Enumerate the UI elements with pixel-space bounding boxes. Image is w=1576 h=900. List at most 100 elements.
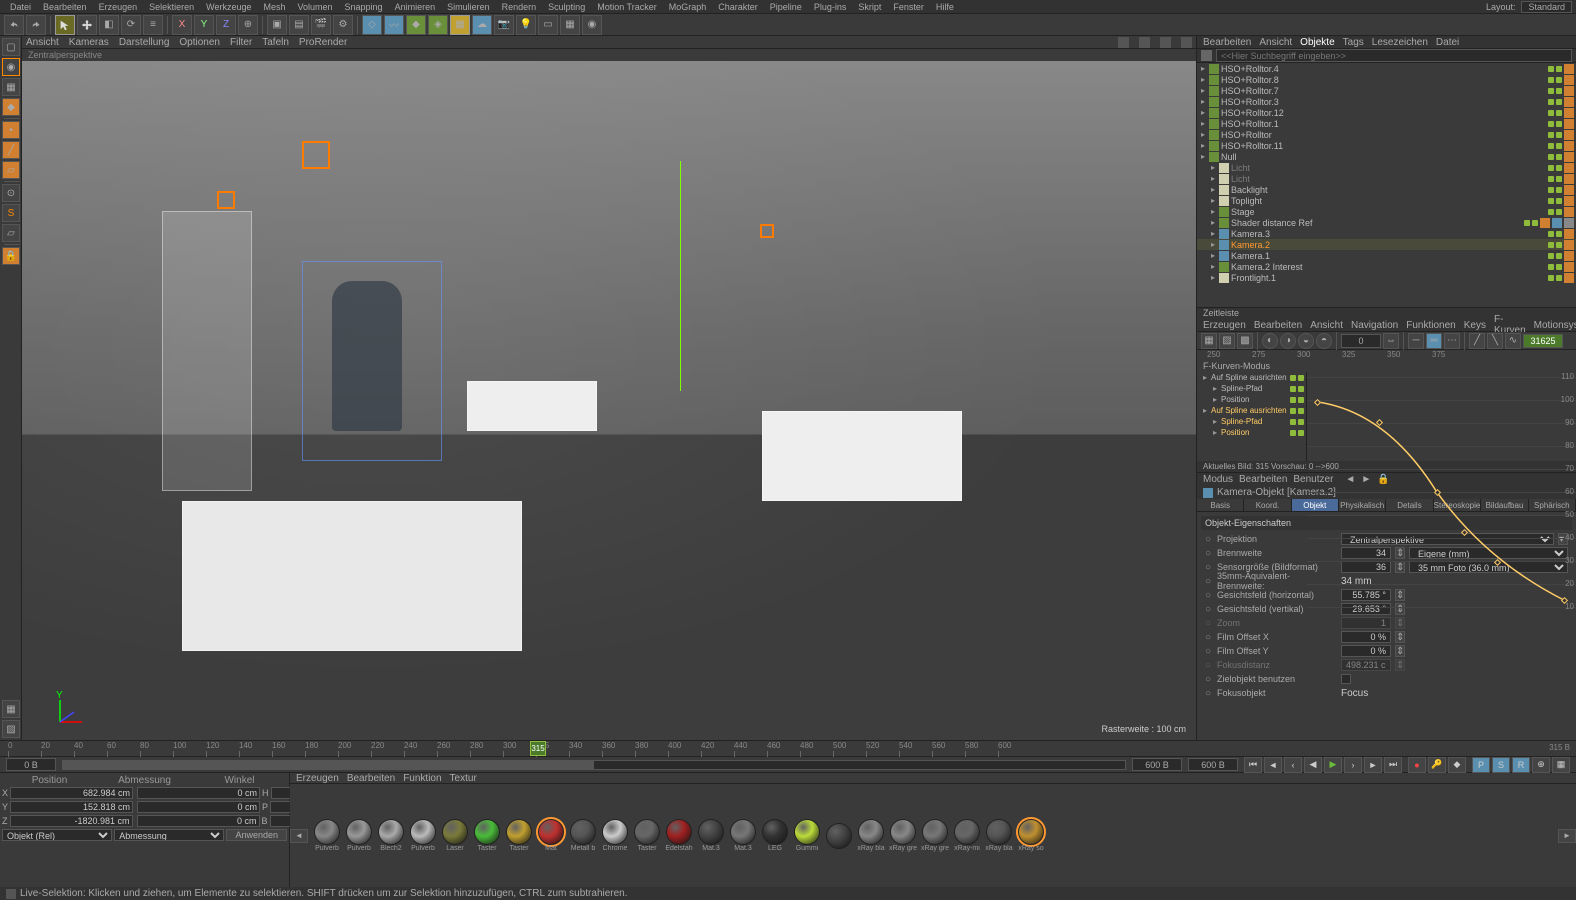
- fcurve-editor[interactable]: 110100908070605040302010: [1307, 372, 1576, 461]
- y-axis-lock[interactable]: Y: [194, 15, 214, 35]
- material-item[interactable]: Edelstah: [664, 819, 694, 852]
- vp-menu-prorender[interactable]: ProRender: [299, 37, 347, 48]
- snap2-button[interactable]: S: [2, 204, 20, 222]
- deformer-button[interactable]: ▦: [450, 15, 470, 35]
- material-item[interactable]: xRay so: [1016, 819, 1046, 852]
- tree-item[interactable]: ▸Kamera.2: [1197, 239, 1576, 250]
- material-item[interactable]: LEG: [760, 819, 790, 852]
- prev-frame-button[interactable]: ‹: [1284, 757, 1302, 773]
- viewport-solo-button[interactable]: ▦: [2, 700, 20, 718]
- tree-item[interactable]: ▸Null: [1197, 151, 1576, 162]
- prev-key-button[interactable]: ◄: [1264, 757, 1282, 773]
- tl-tree-item[interactable]: ▸Position: [1197, 427, 1306, 438]
- attr-input[interactable]: [1341, 645, 1391, 657]
- tree-item[interactable]: ▸Frontlight.1: [1197, 272, 1576, 283]
- material-item[interactable]: Taster: [472, 819, 502, 852]
- material-item[interactable]: xRay-mi: [952, 819, 982, 852]
- material-item[interactable]: Blech2: [376, 819, 406, 852]
- mat-menu-bearbeiten[interactable]: Bearbeiten: [347, 773, 395, 784]
- object-tree[interactable]: ▸HSO+Rolltor.4▸HSO+Rolltor.8 ▸HSO+Rolltor…: [1197, 63, 1576, 307]
- pla-key-button[interactable]: ▦: [1552, 757, 1570, 773]
- vp-icon-2[interactable]: [1160, 37, 1171, 48]
- tl-curve1[interactable]: ╱: [1469, 333, 1485, 349]
- tl-menu-2[interactable]: Ansicht: [1310, 320, 1343, 331]
- environment-button[interactable]: ☁: [472, 15, 492, 35]
- material-item[interactable]: Laser: [440, 819, 470, 852]
- viewport[interactable]: Y Rasterweite : 100 cm: [22, 61, 1196, 740]
- tree-item[interactable]: ▸Backlight: [1197, 184, 1576, 195]
- next-frame-button[interactable]: ›: [1344, 757, 1362, 773]
- vp-icon-0[interactable]: [1118, 37, 1129, 48]
- coord-mode-select[interactable]: Objekt (Rel): [2, 829, 112, 841]
- tl-tree-item[interactable]: ▸Auf Spline ausrichten: [1197, 405, 1306, 416]
- tag-button[interactable]: ▭: [538, 15, 558, 35]
- model-mode-button[interactable]: ◉: [2, 58, 20, 76]
- attr-input[interactable]: [1341, 659, 1391, 671]
- scale-tool[interactable]: ◧: [99, 15, 119, 35]
- coord-pos[interactable]: [10, 815, 133, 827]
- material-item[interactable]: [824, 823, 854, 849]
- mat-menu-erzeugen[interactable]: Erzeugen: [296, 773, 339, 784]
- coord-pos[interactable]: [10, 787, 133, 799]
- menu-datei[interactable]: Datei: [4, 2, 37, 12]
- tl-curve3[interactable]: ∿: [1505, 333, 1521, 349]
- menu-sculpting[interactable]: Sculpting: [542, 2, 591, 12]
- tl-btn3[interactable]: ▩: [1237, 333, 1253, 349]
- main-timeline-ruler[interactable]: 0204060801001201401601802002202402602803…: [0, 741, 1576, 757]
- coord-apply-button[interactable]: Anwenden: [226, 829, 287, 841]
- tree-item[interactable]: ▸Toplight: [1197, 195, 1576, 206]
- rot-key-button[interactable]: R: [1512, 757, 1530, 773]
- vp-icon-1[interactable]: [1139, 37, 1150, 48]
- next-key-button[interactable]: ►: [1364, 757, 1382, 773]
- poly-mode-button[interactable]: ▱: [2, 161, 20, 179]
- generator-button[interactable]: ◆: [406, 15, 426, 35]
- tl-link[interactable]: ⇔: [1383, 333, 1399, 349]
- menu-mesh[interactable]: Mesh: [257, 2, 291, 12]
- material-item[interactable]: xRay bla: [984, 819, 1014, 852]
- menu-bearbeiten[interactable]: Bearbeiten: [37, 2, 93, 12]
- play-back-button[interactable]: ◀: [1304, 757, 1322, 773]
- material-item[interactable]: Taster: [632, 819, 662, 852]
- tl-frame-display[interactable]: [1523, 334, 1563, 348]
- material-item[interactable]: Mat.3: [696, 819, 726, 852]
- material-item[interactable]: xRay gre: [888, 819, 918, 852]
- tree-item[interactable]: ▸Kamera.2 Interest: [1197, 261, 1576, 272]
- menu-plug-ins[interactable]: Plug-ins: [808, 2, 853, 12]
- goto-start-button[interactable]: ⏮: [1244, 757, 1262, 773]
- tl-tree-item[interactable]: ▸Position: [1197, 394, 1306, 405]
- range-in-input[interactable]: [1132, 758, 1182, 771]
- tl-curve2[interactable]: ╲: [1487, 333, 1503, 349]
- move-tool[interactable]: [77, 15, 97, 35]
- tree-item[interactable]: ▸HSO+Rolltor.8: [1197, 74, 1576, 85]
- goto-end-button[interactable]: ⏭: [1384, 757, 1402, 773]
- tl-frame-input[interactable]: [1341, 334, 1381, 348]
- render-settings-button[interactable]: ⚙: [333, 15, 353, 35]
- material-item[interactable]: Pulverb: [312, 819, 342, 852]
- mat-menu-textur[interactable]: Textur: [450, 773, 477, 784]
- pos-key-button[interactable]: P: [1472, 757, 1490, 773]
- mat-scroll-left[interactable]: ◄: [290, 829, 308, 843]
- tree-item[interactable]: ▸HSO+Rolltor.4: [1197, 63, 1576, 74]
- attr-subtab-basis[interactable]: Basis: [1197, 499, 1244, 511]
- play-button[interactable]: ▶: [1324, 757, 1342, 773]
- coord-dim[interactable]: [137, 787, 260, 799]
- material-item[interactable]: Metall b: [568, 819, 598, 852]
- layout-select[interactable]: Standard: [1521, 1, 1572, 13]
- tree-item[interactable]: ▸HSO+Rolltor: [1197, 129, 1576, 140]
- tl-btn2[interactable]: ▨: [1219, 333, 1235, 349]
- range-out-input[interactable]: [1188, 758, 1238, 771]
- attr-input[interactable]: [1341, 617, 1391, 629]
- tree-item[interactable]: ▸Licht: [1197, 173, 1576, 184]
- vp-menu-ansicht[interactable]: Ansicht: [26, 37, 59, 48]
- coord-dim-select[interactable]: Abmessung: [114, 829, 224, 841]
- objpanel-tab-tags[interactable]: Tags: [1343, 37, 1364, 48]
- tree-item[interactable]: ▸Shader distance Ref: [1197, 217, 1576, 228]
- tl-btn1[interactable]: ▦: [1201, 333, 1217, 349]
- z-axis-lock[interactable]: Z: [216, 15, 236, 35]
- material-item[interactable]: xRay gre: [920, 819, 950, 852]
- locked-button[interactable]: 🔒: [2, 247, 20, 265]
- vp-menu-tafeln[interactable]: Tafeln: [262, 37, 289, 48]
- tl-tree-item[interactable]: ▸Auf Spline ausrichten: [1197, 372, 1306, 383]
- vp-menu-kameras[interactable]: Kameras: [69, 37, 109, 48]
- tl-menu-7[interactable]: Motionsystem: [1534, 320, 1576, 331]
